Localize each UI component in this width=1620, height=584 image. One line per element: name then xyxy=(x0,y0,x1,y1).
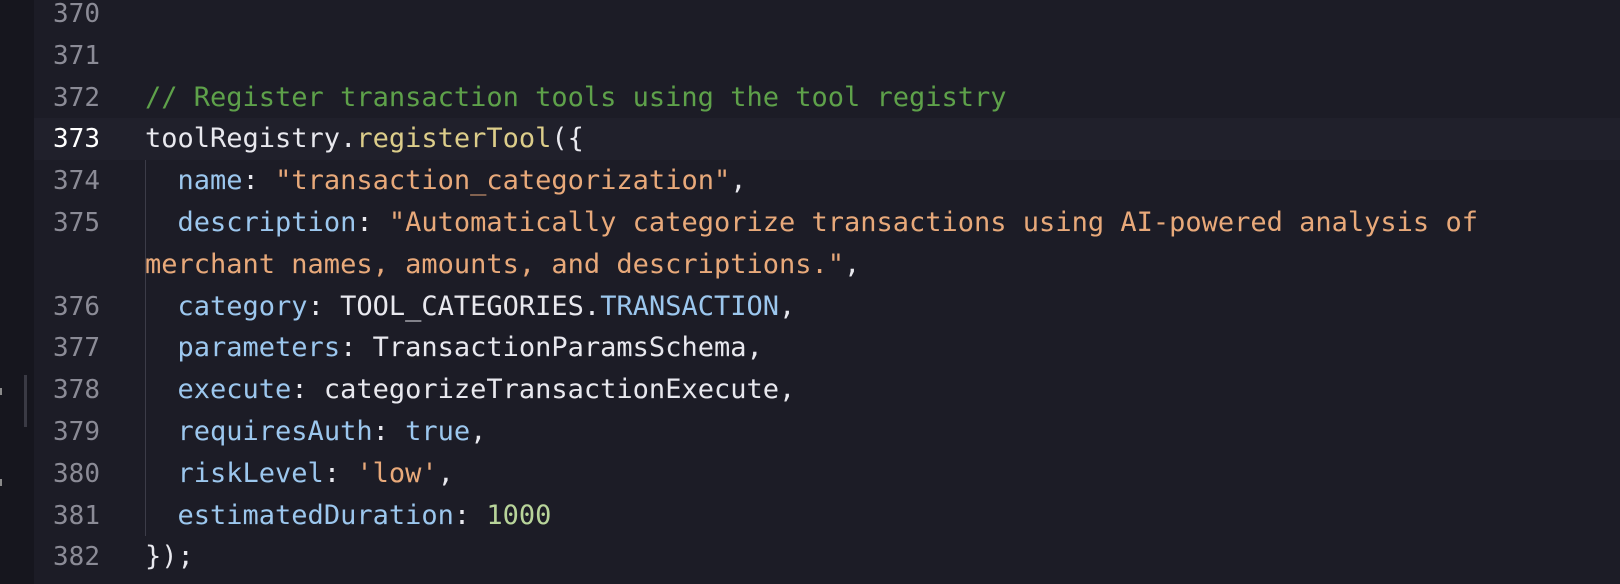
code-token: parameters xyxy=(177,332,341,364)
code-token: , xyxy=(730,165,747,197)
code-line[interactable]: 382}); xyxy=(34,536,1620,578)
code-token: true xyxy=(405,416,471,447)
code-editor[interactable]: 370 371 372 // Register transaction tools u… xyxy=(0,0,1620,584)
line-code: }); xyxy=(145,536,194,578)
line-code: name: "transaction_categorization", xyxy=(145,160,747,202)
line-code: riskLevel: 'low', xyxy=(145,453,454,495)
code-token: . xyxy=(583,290,601,322)
code-line[interactable]: 377 parameters: TransactionParamsSchema, xyxy=(34,327,1620,369)
code-token: description xyxy=(177,207,357,238)
code-line[interactable]: 381 estimatedDuration: 1000 xyxy=(34,495,1620,537)
line-number: 379 xyxy=(53,417,100,447)
code-token: registerTool xyxy=(356,123,552,155)
code-token: : xyxy=(372,416,406,447)
line-code: category: TOOL_CATEGORIES.TRANSACTION, xyxy=(145,286,796,328)
code-token: 1000 xyxy=(486,499,552,531)
activity-strip xyxy=(0,0,34,584)
line-number: 374 xyxy=(53,166,100,197)
code-line[interactable]: 378 execute: categorizeTransactionExecut… xyxy=(34,369,1620,411)
code-token: "Automatically categorize transactions u… xyxy=(388,207,1478,238)
line-number: 381 xyxy=(53,500,100,531)
line-code: parameters: TransactionParamsSchema, xyxy=(145,327,763,369)
line-code: description: "Automatically categorize t… xyxy=(145,202,1478,244)
code-token: TransactionParamsSchema xyxy=(372,332,747,364)
code-token: 'low' xyxy=(356,457,438,489)
code-token: : xyxy=(242,165,276,197)
code-token: , xyxy=(779,290,796,322)
strip-marker xyxy=(0,388,2,395)
line-number: 380 xyxy=(53,458,100,489)
code-line[interactable]: 373 toolRegistry.registerTool({ xyxy=(34,118,1620,161)
line-code: requiresAuth: true, xyxy=(145,411,487,453)
line-number: 376 xyxy=(53,291,100,322)
code-area[interactable]: 370 371 372 // Register transaction tools u… xyxy=(34,0,1620,584)
code-token: . xyxy=(340,123,357,155)
code-line[interactable]: 380 riskLevel: 'low', xyxy=(34,453,1620,495)
code-line[interactable]: 379 requiresAuth: true, xyxy=(34,411,1620,453)
line-number: 372 xyxy=(53,82,100,113)
code-token: : xyxy=(291,374,324,406)
line-number: 377 xyxy=(53,333,100,364)
line-code: execute: categorizeTransactionExecute, xyxy=(145,369,796,411)
code-line[interactable]: 370 xyxy=(34,0,1620,35)
code-line[interactable]: 371 xyxy=(34,35,1620,77)
line-number: 375 xyxy=(53,208,100,238)
code-token: , xyxy=(437,457,454,489)
strip-marker xyxy=(0,479,2,486)
line-code: toolRegistry.registerTool({ xyxy=(145,118,584,160)
code-token: execute xyxy=(177,374,292,406)
code-token: "transaction_categorization" xyxy=(275,165,731,197)
code-line[interactable]: merchant names, amounts, and description… xyxy=(34,244,1620,286)
line-code: estimatedDuration: 1000 xyxy=(145,495,552,537)
line-code: merchant names, amounts, and description… xyxy=(145,244,860,286)
code-token: toolRegistry xyxy=(145,123,341,155)
code-token: }); xyxy=(145,541,194,573)
code-token: : xyxy=(453,499,487,531)
code-token: estimatedDuration xyxy=(177,499,454,531)
code-token: TOOL_CATEGORIES xyxy=(340,290,584,322)
line-number: 382 xyxy=(53,542,100,573)
line-number: 373 xyxy=(53,124,100,155)
indent-guide xyxy=(145,160,146,537)
code-token: , xyxy=(843,248,861,280)
code-line[interactable]: 374 name: "transaction_categorization", xyxy=(34,160,1620,202)
code-token: merchant names, amounts, and description… xyxy=(145,248,844,280)
line-number: 370 xyxy=(53,0,100,29)
line-number: 378 xyxy=(53,375,100,406)
code-token: categorizeTransactionExecute xyxy=(323,374,779,406)
code-token: requiresAuth xyxy=(177,416,373,447)
line-number: 371 xyxy=(53,40,100,71)
code-token: , xyxy=(746,332,763,364)
code-token: category xyxy=(177,290,308,322)
code-line[interactable]: 372 // Register transaction tools using t… xyxy=(34,77,1620,119)
code-token: TRANSACTION xyxy=(600,290,779,322)
code-line[interactable]: 375 description: "Automatically categori… xyxy=(34,202,1620,244)
code-token: , xyxy=(778,374,796,406)
scrollbar-thumb[interactable] xyxy=(24,375,27,427)
code-token: : xyxy=(340,332,373,364)
line-code: // Register transaction tools using the … xyxy=(145,77,1007,119)
code-token: : xyxy=(323,457,357,489)
code-token: name xyxy=(177,165,243,197)
code-token: // Register transaction tools using the … xyxy=(145,81,1007,113)
code-token: ({ xyxy=(551,123,584,155)
code-token: : xyxy=(307,290,341,322)
code-token: , xyxy=(470,416,487,447)
code-token: riskLevel xyxy=(177,457,324,489)
code-token: : xyxy=(356,207,389,238)
code-line[interactable]: 376 category: TOOL_CATEGORIES.TRANSACTIO… xyxy=(34,286,1620,328)
